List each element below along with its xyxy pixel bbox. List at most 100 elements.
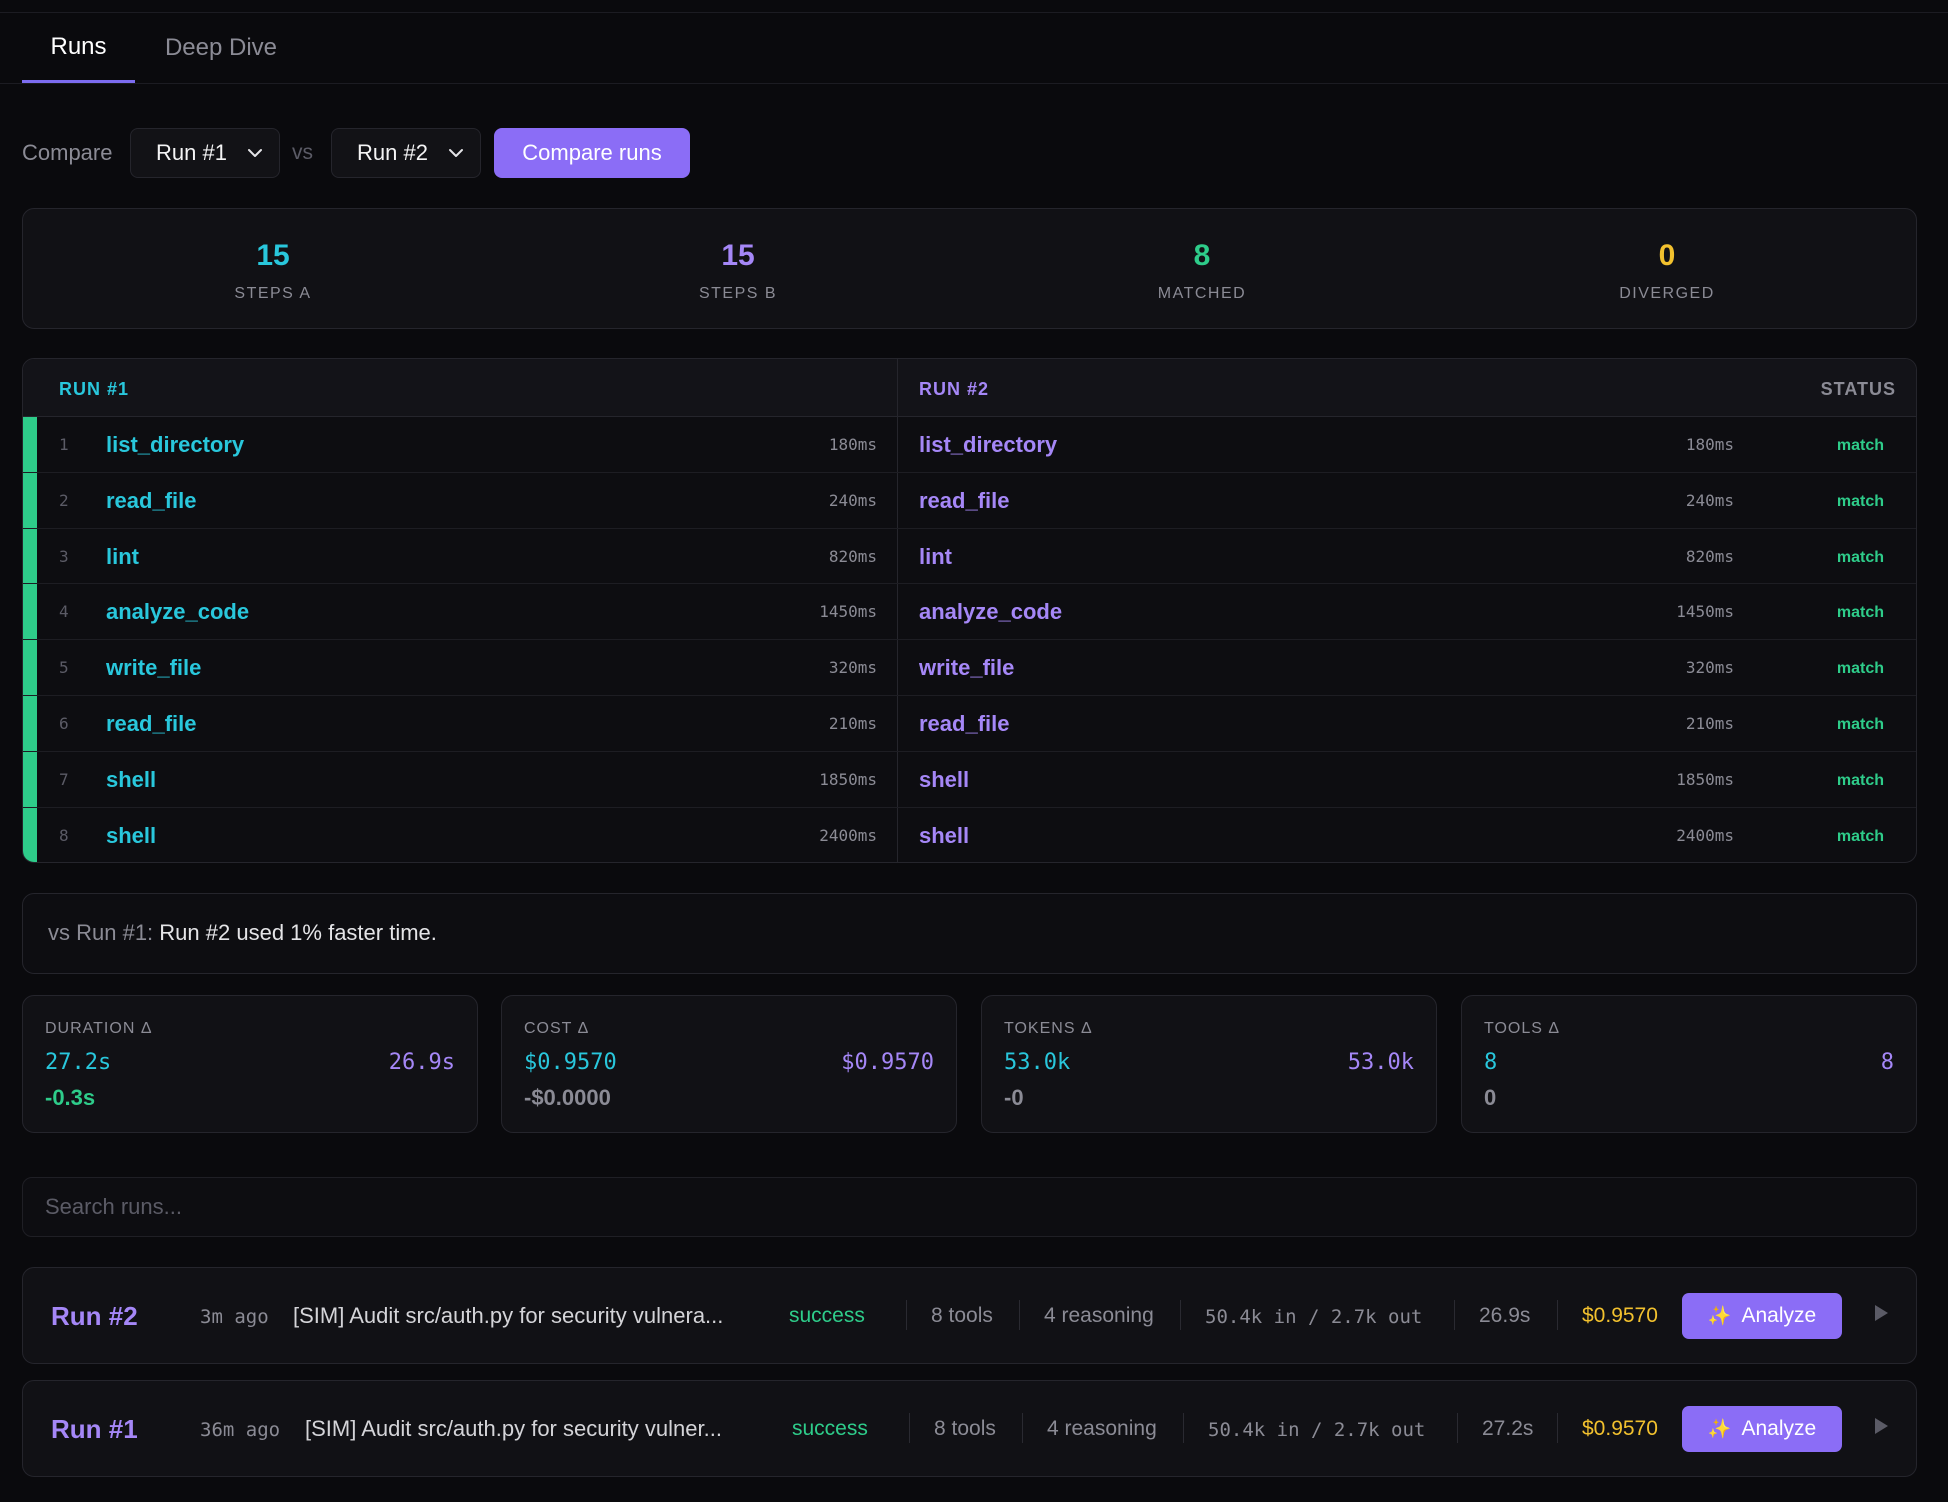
analyze-button[interactable]: ✨ Analyze xyxy=(1682,1293,1842,1339)
step-tool-b: write_file xyxy=(919,655,1015,681)
summary-text: Run #2 used 1% faster time. xyxy=(159,920,437,945)
delta-card-tokens: TOKENS Δ 53.0k 53.0k -0 xyxy=(981,995,1437,1133)
delta-value-b: 8 xyxy=(1880,1050,1894,1075)
run-duration: 27.2s xyxy=(1482,1417,1534,1440)
match-indicator-bar xyxy=(23,584,37,640)
analyze-button[interactable]: ✨ Analyze xyxy=(1682,1406,1842,1452)
compare-runs-button[interactable]: Compare runs xyxy=(494,128,690,178)
step-status-badge: match xyxy=(1836,548,1884,566)
run-title: Run #2 xyxy=(51,1301,138,1331)
run-tokens: 50.4k in / 2.7k out xyxy=(1208,1419,1426,1441)
step-number: 8 xyxy=(59,825,69,845)
run-duration: 26.9s xyxy=(1479,1304,1531,1327)
sparkle-icon: ✨ xyxy=(1707,1419,1732,1440)
step-tool-b: shell xyxy=(919,822,970,848)
step-tool-a: lint xyxy=(106,543,139,569)
step-status-badge: match xyxy=(1836,716,1884,733)
run-card[interactable]: Run #2 3m ago [SIM] Audit src/auth.py fo… xyxy=(22,1267,1917,1364)
step-tool-a: shell xyxy=(106,766,157,792)
step-duration-a: 210ms xyxy=(828,714,877,733)
delta-value: -0 xyxy=(1004,1085,1024,1110)
stat-matched: 8 MATCHED xyxy=(1052,239,1352,303)
step-duration-b: 2400ms xyxy=(1676,825,1734,845)
run-cost: $0.9570 xyxy=(1582,1304,1658,1327)
delta-value: -$0.0000 xyxy=(524,1085,611,1110)
run-tokens: 50.4k in / 2.7k out xyxy=(1205,1306,1423,1328)
step-row[interactable]: 2 read_file 240ms read_file 240ms match xyxy=(23,472,1916,529)
match-indicator-bar xyxy=(23,807,37,862)
delta-label: TOKENS Δ xyxy=(1004,1020,1093,1037)
step-duration-a: 180ms xyxy=(828,435,877,454)
steps-comparison-table: RUN #1 RUN #2 STATUS 1 list_directory 180m… xyxy=(22,358,1917,863)
run-card[interactable]: Run #1 36m ago [SIM] Audit src/auth.py f… xyxy=(22,1380,1917,1477)
stat-label: DIVERGED xyxy=(1619,285,1715,302)
analyze-label: Analyze xyxy=(1741,1417,1817,1440)
run-task: [SIM] Audit src/auth.py for security vul… xyxy=(305,1416,722,1441)
header-run-a: RUN #1 xyxy=(59,379,130,399)
step-row[interactable]: 3 lint 820ms lint 820ms match xyxy=(23,528,1916,585)
compare-label: Compare xyxy=(22,140,113,165)
header-status: STATUS xyxy=(1820,379,1896,399)
summary-prefix: vs Run #1: xyxy=(48,920,154,945)
run-reasoning-count: 4 reasoning xyxy=(1047,1417,1157,1440)
delta-value-b: 26.9s xyxy=(388,1050,455,1075)
step-tool-b: shell xyxy=(919,766,970,792)
step-status-badge: match xyxy=(1836,827,1884,845)
step-tool-a: list_directory xyxy=(106,432,245,457)
run-title: Run #1 xyxy=(51,1414,138,1444)
compare-controls: Compare Run #1 vs Run #2 Compare runs xyxy=(22,128,922,178)
comparison-stats: 15 STEPS A 15 STEPS B 8 MATCHED 0 DIVERG… xyxy=(22,208,1917,329)
step-duration-b: 820ms xyxy=(1685,546,1734,566)
step-row[interactable]: 8 shell 2400ms shell 2400ms match xyxy=(23,807,1916,862)
step-tool-b: lint xyxy=(919,543,952,569)
stat-value: 8 xyxy=(1193,239,1211,272)
run-a-select[interactable]: Run #1 xyxy=(130,128,280,178)
run-cost: $0.9570 xyxy=(1582,1417,1658,1440)
step-duration-a: 820ms xyxy=(828,546,877,566)
match-indicator-bar xyxy=(23,528,37,584)
delta-value-a: 53.0k xyxy=(1004,1050,1071,1075)
expand-arrow-icon[interactable] xyxy=(1875,1418,1888,1434)
stat-value: 15 xyxy=(721,239,755,272)
step-duration-b: 1450ms xyxy=(1676,602,1734,622)
step-row[interactable]: 7 shell 1850ms shell 1850ms match xyxy=(23,751,1916,808)
stat-label: STEPS A xyxy=(234,285,312,302)
step-number: 1 xyxy=(59,435,69,454)
run-task: [SIM] Audit src/auth.py for security vul… xyxy=(293,1303,724,1328)
tab-deep-dive[interactable]: Deep Dive xyxy=(150,13,292,83)
step-row[interactable]: 4 analyze_code 1450ms analyze_code 1450ms mat… xyxy=(23,584,1916,641)
analyze-label: Analyze xyxy=(1741,1304,1817,1327)
expand-arrow-icon[interactable] xyxy=(1875,1305,1888,1321)
delta-value-b: 53.0k xyxy=(1347,1050,1414,1075)
step-duration-b: 320ms xyxy=(1685,658,1734,678)
step-duration-b: 240ms xyxy=(1685,490,1734,510)
delta-card-cost: COST Δ $0.9570 $0.9570 -$0.0000 xyxy=(501,995,957,1133)
step-duration-a: 320ms xyxy=(828,658,877,678)
run-b-select-value: Run #2 xyxy=(357,140,428,165)
run-b-select[interactable]: Run #2 xyxy=(331,128,481,178)
step-status-badge: match xyxy=(1836,492,1884,510)
step-status-badge: match xyxy=(1836,771,1884,789)
stat-diverged: 0 DIVERGED xyxy=(1517,239,1817,303)
sparkle-icon: ✨ xyxy=(1707,1306,1732,1327)
match-indicator-bar xyxy=(23,640,37,695)
run-time-ago: 3m ago xyxy=(200,1306,269,1328)
delta-label: TOOLS Δ xyxy=(1484,1020,1561,1037)
match-indicator-bar xyxy=(23,472,37,528)
stat-value: 0 xyxy=(1658,239,1676,272)
step-duration-a: 1450ms xyxy=(819,602,877,622)
step-row[interactable]: 6 read_file 210ms read_file 210ms match xyxy=(23,696,1916,752)
divider xyxy=(1454,1300,1455,1330)
step-number: 4 xyxy=(59,602,69,622)
step-tool-b: read_file xyxy=(919,711,1010,736)
search-runs-input[interactable] xyxy=(22,1177,1917,1237)
run-a-select-value: Run #1 xyxy=(156,140,227,165)
step-row[interactable]: 1 list_directory 180ms list_directory 180ms m… xyxy=(23,417,1916,473)
delta-value-a: 27.2s xyxy=(45,1050,112,1075)
step-duration-b: 180ms xyxy=(1685,435,1734,454)
step-tool-a: read_file xyxy=(106,487,197,513)
step-row[interactable]: 5 write_file 320ms write_file 320ms match xyxy=(23,640,1916,696)
delta-label: COST Δ xyxy=(524,1020,590,1037)
run-tools-count: 8 tools xyxy=(934,1417,996,1440)
tab-runs[interactable]: Runs xyxy=(22,13,135,83)
